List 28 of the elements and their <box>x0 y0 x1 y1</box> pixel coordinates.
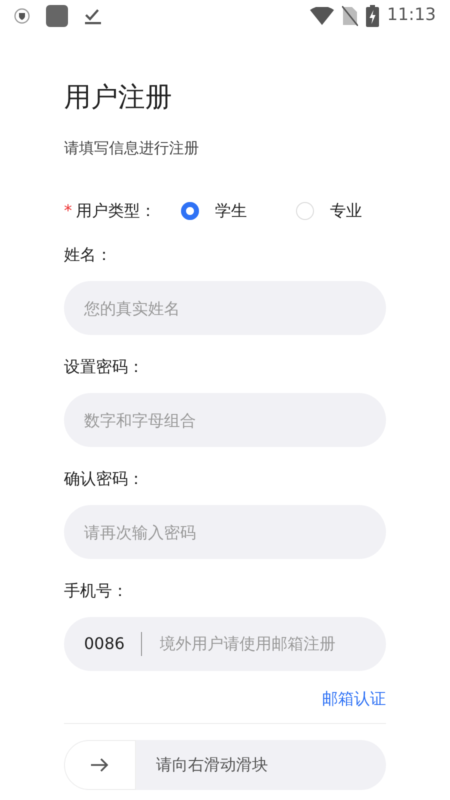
no-sim-icon <box>342 6 358 26</box>
input-field[interactable]: 您的真实姓名 <box>64 281 386 335</box>
shield-icon <box>14 8 30 24</box>
wifi-icon <box>310 7 334 25</box>
input-field[interactable]: 请再次输入密码 <box>64 505 386 559</box>
app-icon <box>46 5 68 27</box>
battery-charging-icon <box>366 5 379 27</box>
page-title: 用户注册 <box>64 81 173 115</box>
radio-option[interactable]: 专业 <box>296 199 362 223</box>
input-field[interactable]: 数字和字母组合 <box>64 393 386 447</box>
email-link[interactable]: 邮箱认证 <box>322 687 386 711</box>
input-field[interactable]: 境外用户请使用邮箱注册 <box>158 631 366 657</box>
field-label: 手机号： <box>64 580 129 602</box>
radio-option[interactable]: 学生 <box>181 199 247 223</box>
slider-track[interactable]: 请向右滑动滑块 <box>64 740 386 790</box>
slider-hint: 请向右滑动滑块 <box>156 754 268 776</box>
subtitle: 请填写信息进行注册 <box>64 138 200 158</box>
download-done-icon <box>84 7 102 25</box>
slider-handle[interactable] <box>64 740 136 790</box>
phone-field[interactable]: 0086 境外用户请使用邮箱注册 <box>64 617 386 671</box>
clock: 11:13 <box>387 4 436 28</box>
required-mark: * <box>64 200 72 222</box>
arrow-right-icon <box>90 757 110 773</box>
field-label: 姓名： <box>64 244 113 266</box>
field-label: 设置密码： <box>64 356 145 378</box>
country-code: 0086 <box>84 633 125 655</box>
field-label: 确认密码： <box>64 468 145 490</box>
field-label: 用户类型： <box>76 200 156 222</box>
